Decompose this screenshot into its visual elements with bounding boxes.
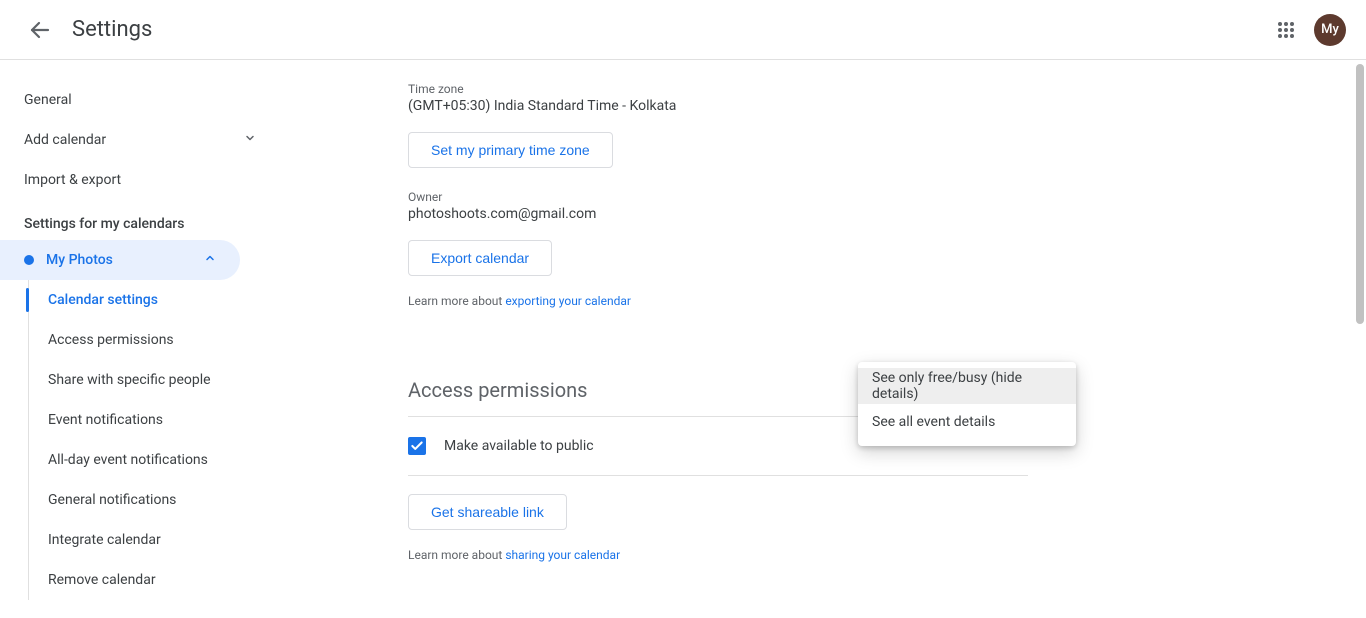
owner-label: Owner	[408, 190, 1366, 204]
timezone-label: Time zone	[408, 82, 1366, 96]
export-help-link[interactable]: exporting your calendar	[505, 294, 631, 308]
back-button[interactable]	[20, 10, 60, 50]
account-avatar[interactable]: My	[1314, 14, 1346, 46]
app-header: Settings My	[0, 0, 1366, 60]
sidebar-sub-integrate[interactable]: Integrate calendar	[0, 520, 280, 560]
sidebar-item-general[interactable]: General	[0, 80, 280, 120]
sidebar-sub-list: Calendar settings Access permissions Sha…	[0, 280, 280, 600]
sidebar-item-label: Add calendar	[24, 132, 106, 148]
sidebar-sub-remove[interactable]: Remove calendar	[0, 560, 280, 600]
sidebar-section-title: Settings for my calendars	[0, 200, 280, 240]
scrollbar-thumb[interactable]	[1356, 64, 1364, 324]
owner-value: photoshoots.com@gmail.com	[408, 206, 1366, 222]
owner-field: Owner photoshoots.com@gmail.com	[408, 190, 1366, 222]
timezone-field: Time zone (GMT+05:30) India Standard Tim…	[408, 82, 1366, 114]
visibility-dropdown: See only free/busy (hide details) See al…	[858, 362, 1076, 446]
share-help-text: Learn more about sharing your calendar	[408, 548, 1366, 562]
sidebar-item-add-calendar[interactable]: Add calendar	[0, 120, 280, 160]
check-icon	[410, 439, 424, 453]
dropdown-option-freebusy[interactable]: See only free/busy (hide details)	[858, 368, 1076, 404]
sidebar-item-label: Import & export	[24, 172, 121, 188]
sidebar-sub-general-notifications[interactable]: General notifications	[0, 480, 280, 520]
main-content: Time zone (GMT+05:30) India Standard Tim…	[280, 60, 1366, 618]
sidebar-item-label: General	[24, 92, 72, 108]
sidebar: General Add calendar Import & export Set…	[0, 60, 280, 618]
arrow-left-icon	[28, 18, 52, 42]
sidebar-sub-event-notifications[interactable]: Event notifications	[0, 400, 280, 440]
make-public-label: Make available to public	[444, 438, 594, 454]
timezone-value: (GMT+05:30) India Standard Time - Kolkat…	[408, 98, 1366, 114]
page-title: Settings	[72, 17, 152, 42]
dropdown-option-all-details[interactable]: See all event details	[858, 404, 1076, 440]
sidebar-calendar-my-photos[interactable]: My Photos	[0, 240, 240, 280]
set-primary-timezone-button[interactable]: Set my primary time zone	[408, 132, 613, 168]
chevron-down-icon	[244, 132, 256, 148]
get-shareable-link-button[interactable]: Get shareable link	[408, 494, 567, 530]
apps-grid-icon	[1277, 21, 1295, 39]
share-help-link[interactable]: sharing your calendar	[505, 548, 620, 562]
sidebar-item-import-export[interactable]: Import & export	[0, 160, 280, 200]
sidebar-calendar-label: My Photos	[46, 252, 192, 268]
sidebar-sub-allday-notifications[interactable]: All-day event notifications	[0, 440, 280, 480]
sidebar-sub-calendar-settings[interactable]: Calendar settings	[0, 280, 280, 320]
calendar-color-dot	[24, 255, 34, 265]
export-help-text: Learn more about exporting your calendar	[408, 294, 1366, 308]
sidebar-sub-access-permissions[interactable]: Access permissions	[0, 320, 280, 360]
chevron-up-icon	[204, 252, 216, 268]
export-calendar-button[interactable]: Export calendar	[408, 240, 552, 276]
apps-button[interactable]	[1266, 10, 1306, 50]
make-public-checkbox[interactable]	[408, 437, 426, 455]
sidebar-sub-share[interactable]: Share with specific people	[0, 360, 280, 400]
